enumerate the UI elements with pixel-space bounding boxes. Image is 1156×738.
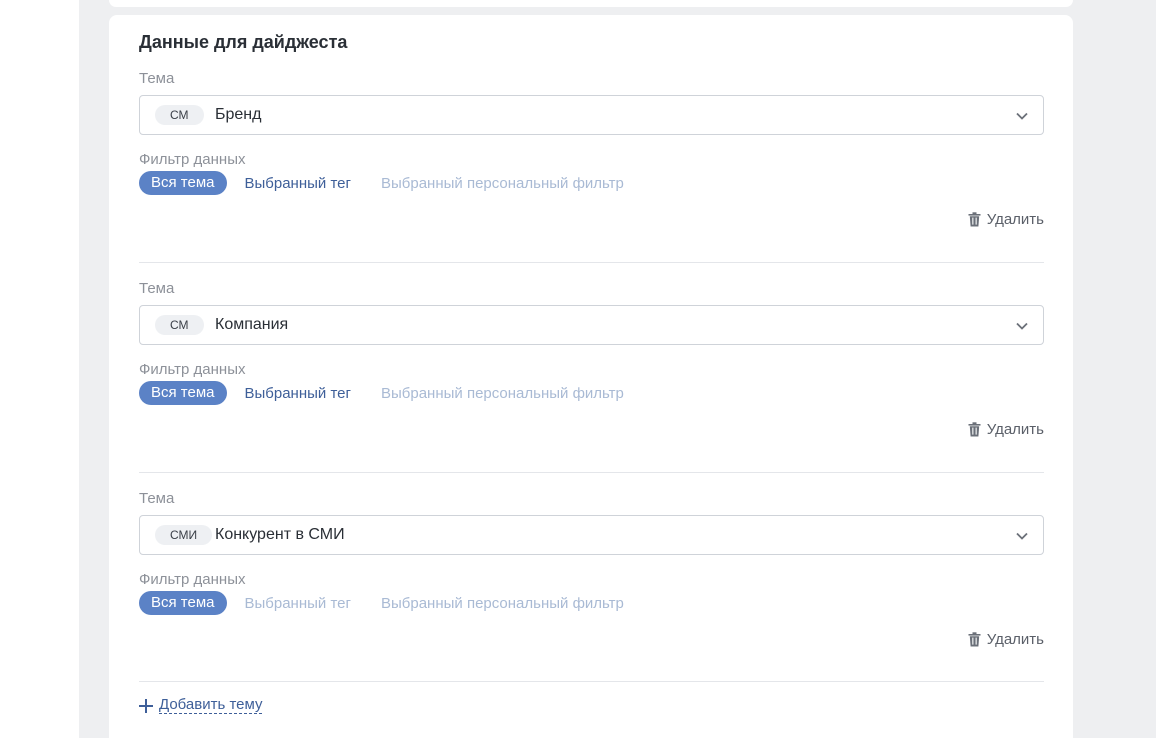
filter-tab-all-theme[interactable]: Вся тема	[139, 171, 227, 195]
theme-label: Тема	[139, 70, 175, 87]
filter-tabs: Вся тема Выбранный тег Выбранный персона…	[139, 171, 624, 195]
plus-icon	[139, 698, 153, 713]
chevron-down-icon	[1016, 322, 1028, 330]
filter-tab-all-theme[interactable]: Вся тема	[139, 591, 227, 615]
delete-label: Удалить	[986, 631, 1044, 648]
theme-select[interactable]: СМ Бренд	[139, 95, 1044, 135]
filter-tab-selected-tag[interactable]: Выбранный тег	[245, 595, 351, 612]
trash-icon	[968, 422, 981, 437]
theme-type-chip: СМИ	[155, 525, 213, 545]
previous-card	[109, 0, 1073, 7]
theme-select[interactable]: СМИ Конкурент в СМИ	[139, 515, 1044, 555]
filter-tab-personal-filter[interactable]: Выбранный персональный фильтр	[381, 595, 624, 612]
filter-tab-personal-filter[interactable]: Выбранный персональный фильтр	[381, 385, 624, 402]
trash-icon	[968, 212, 981, 227]
delete-theme-button[interactable]: Удалить	[968, 631, 1044, 648]
filter-tab-selected-tag[interactable]: Выбранный тег	[245, 175, 351, 192]
theme-section: Тема СМ Компания Фильтр данных Вся тема …	[139, 280, 1044, 490]
divider	[139, 472, 1044, 473]
chevron-down-icon	[1016, 532, 1028, 540]
theme-type-chip: СМ	[155, 105, 204, 125]
trash-icon	[968, 632, 981, 647]
divider	[139, 681, 1044, 682]
filter-tabs: Вся тема Выбранный тег Выбранный персона…	[139, 591, 624, 615]
filter-label: Фильтр данных	[139, 151, 246, 168]
theme-label: Тема	[139, 490, 175, 507]
filter-tabs: Вся тема Выбранный тег Выбранный персона…	[139, 381, 624, 405]
chevron-down-icon	[1016, 112, 1028, 120]
theme-select-value: Бренд	[215, 106, 262, 123]
filter-label: Фильтр данных	[139, 571, 246, 588]
delete-label: Удалить	[986, 421, 1044, 438]
delete-theme-button[interactable]: Удалить	[968, 211, 1044, 228]
digest-data-card: Данные для дайджеста Тема СМ Бренд Фильт…	[109, 15, 1073, 738]
filter-label: Фильтр данных	[139, 361, 246, 378]
filter-tab-all-theme[interactable]: Вся тема	[139, 381, 227, 405]
theme-label: Тема	[139, 280, 175, 297]
filter-tab-selected-tag[interactable]: Выбранный тег	[245, 385, 351, 402]
theme-section: Тема СМ Бренд Фильтр данных Вся тема Выб…	[139, 70, 1044, 280]
theme-type-chip: СМ	[155, 315, 204, 335]
theme-select-value: Компания	[215, 316, 289, 333]
delete-label: Удалить	[986, 211, 1044, 228]
theme-select[interactable]: СМ Компания	[139, 305, 1044, 345]
add-theme-button[interactable]: Добавить тему	[139, 696, 263, 714]
theme-select-value: Конкурент в СМИ	[215, 526, 345, 543]
divider	[139, 262, 1044, 263]
delete-theme-button[interactable]: Удалить	[968, 421, 1044, 438]
filter-tab-personal-filter[interactable]: Выбранный персональный фильтр	[381, 175, 624, 192]
theme-section: Тема СМИ Конкурент в СМИ Фильтр данных В…	[139, 490, 1044, 700]
card-title: Данные для дайджеста	[139, 32, 348, 52]
add-theme-label: Добавить тему	[159, 696, 263, 714]
